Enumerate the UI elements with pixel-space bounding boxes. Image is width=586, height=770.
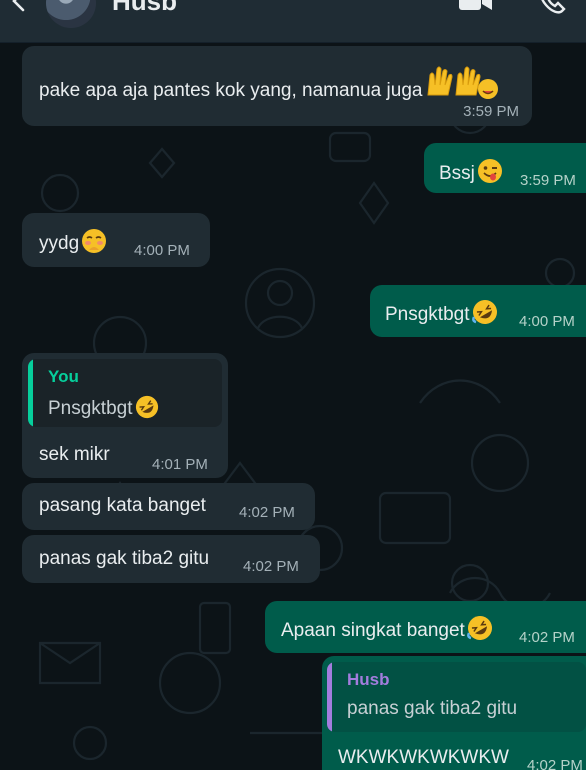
- back-arrow-icon[interactable]: [8, 0, 30, 12]
- message-text: sek mikr: [39, 444, 110, 465]
- message-time: 4:01 PM: [152, 456, 208, 473]
- rolling-laughing-emoji: [466, 616, 492, 640]
- message-bubble-incoming-reply[interactable]: You Pnsgktbgt sek mikr 4:01 PM: [22, 353, 228, 478]
- winking-tongue-emoji: [477, 159, 502, 183]
- phone-icon[interactable]: [538, 0, 568, 16]
- message-text: yydg: [39, 233, 80, 254]
- message-text: WKWKWKWKWKW: [338, 747, 509, 768]
- quote-text: Pnsgktbgt: [48, 398, 133, 419]
- message-bubble-incoming[interactable]: pasang kata banget 4:02 PM: [22, 483, 315, 530]
- message-time: 4:02 PM: [527, 757, 583, 770]
- quote-author: You: [48, 367, 79, 386]
- quote-accent-bar: [327, 662, 332, 732]
- quote-accent-bar: [28, 359, 33, 427]
- chat-area[interactable]: pake apa aja pantes kok yang, namanua ju…: [0, 43, 586, 770]
- message-time: 4:02 PM: [519, 629, 575, 646]
- contact-name[interactable]: Husb: [112, 0, 177, 17]
- message-bubble-outgoing[interactable]: Pnsgktbgt 4:00 PM: [370, 285, 586, 337]
- message-text: pake apa aja pantes kok yang, namanua ju…: [39, 80, 423, 101]
- message-bubble-incoming[interactable]: panas gak tiba2 gitu 4:02 PM: [22, 535, 320, 583]
- quote-text: panas gak tiba2 gitu: [347, 698, 518, 719]
- message-time: 4:00 PM: [519, 313, 575, 330]
- message-time: 4:00 PM: [134, 242, 190, 259]
- message-time: 3:59 PM: [463, 103, 519, 120]
- chat-header: Husb: [0, 0, 586, 43]
- message-text: Bssj: [439, 163, 475, 184]
- message-text: panas gak tiba2 gitu: [39, 548, 210, 569]
- avatar[interactable]: [46, 0, 96, 28]
- message-bubble-outgoing[interactable]: Bssj 3:59 PM: [424, 143, 586, 193]
- message-time: 4:02 PM: [239, 504, 295, 521]
- message-time: 3:59 PM: [520, 172, 576, 189]
- message-time: 4:02 PM: [243, 558, 299, 575]
- message-bubble-incoming[interactable]: yydg 4:00 PM: [22, 213, 210, 267]
- message-bubble-incoming[interactable]: pake apa aja pantes kok yang, namanua ju…: [22, 46, 532, 126]
- quoted-message[interactable]: You Pnsgktbgt: [28, 359, 222, 427]
- rolling-laughing-emoji: [135, 395, 158, 419]
- message-bubble-outgoing-reply[interactable]: Husb panas gak tiba2 gitu WKWKWKWKWKW 4:…: [322, 656, 586, 770]
- message-bubble-outgoing[interactable]: Apaan singkat banget 4:02 PM: [265, 601, 586, 653]
- quoted-message[interactable]: Husb panas gak tiba2 gitu: [327, 662, 586, 732]
- message-text: Pnsgktbgt: [385, 304, 470, 325]
- message-text: Apaan singkat banget: [281, 620, 465, 641]
- raising-hands-and-winking-tongue-emoji: [427, 66, 499, 99]
- quote-author: Husb: [347, 670, 390, 689]
- video-call-icon[interactable]: [458, 0, 494, 16]
- message-text: pasang kata banget: [39, 495, 206, 516]
- rolling-laughing-emoji: [471, 300, 497, 324]
- shy-face-emoji: [82, 229, 107, 253]
